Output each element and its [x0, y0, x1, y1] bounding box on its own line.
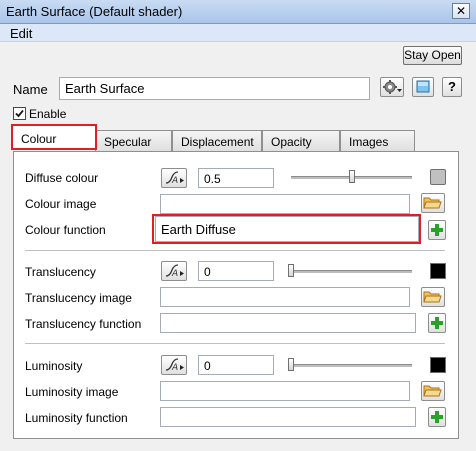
luminosity-image-field[interactable]: [160, 381, 410, 401]
gear-icon: [383, 80, 402, 94]
enable-checkbox[interactable]: [13, 107, 26, 120]
close-icon: ✕: [455, 4, 467, 18]
translucency-swatch[interactable]: [430, 263, 446, 279]
luminosity-curve-button[interactable]: A: [161, 355, 187, 375]
curve-icon: A: [165, 171, 184, 186]
tab-displacement-label: Displacement: [181, 135, 254, 149]
luminosity-label: Luminosity: [25, 359, 83, 373]
curve-icon: A: [165, 358, 184, 373]
diffuse-slider-thumb[interactable]: [349, 170, 355, 183]
tab-colour[interactable]: Colour: [11, 124, 97, 150]
colour-function-highlight: [152, 214, 421, 244]
translucency-image-browse-button[interactable]: [421, 287, 445, 307]
options-button[interactable]: [380, 77, 404, 97]
stay-open-button[interactable]: Stay Open: [403, 46, 462, 65]
translucency-slider-thumb[interactable]: [288, 264, 294, 277]
svg-text:A: A: [171, 363, 178, 373]
folder-icon: [423, 385, 442, 397]
diffuse-colour-swatch[interactable]: [430, 169, 446, 185]
luminosity-slider-thumb[interactable]: [288, 358, 294, 371]
translucency-curve-button[interactable]: A: [161, 261, 187, 281]
luminosity-swatch[interactable]: [430, 357, 446, 373]
diffuse-curve-button[interactable]: A: [161, 168, 187, 188]
add-icon: [431, 411, 443, 423]
diffuse-colour-label: Diffuse colour: [25, 171, 99, 185]
enable-label: Enable: [29, 107, 67, 121]
stay-open-label: Stay Open: [404, 48, 461, 62]
folder-icon: [423, 291, 442, 303]
tab-displacement[interactable]: Displacement: [172, 130, 262, 152]
section-divider-2: [25, 343, 445, 344]
tab-colour-label: Colour: [21, 132, 57, 146]
tab-opacity[interactable]: Opacity: [262, 130, 340, 152]
preview-icon: [416, 80, 430, 93]
luminosity-function-field[interactable]: [160, 407, 416, 427]
luminosity-value[interactable]: 0: [198, 355, 274, 375]
luminosity-function-add-button[interactable]: [428, 407, 446, 427]
tab-opacity-label: Opacity: [271, 135, 312, 149]
menu-edit[interactable]: Edit: [10, 26, 32, 41]
tab-specular[interactable]: Specular: [95, 130, 172, 152]
add-icon: [431, 317, 443, 329]
colour-image-label: Colour image: [25, 197, 97, 211]
window-title: Earth Surface (Default shader): [6, 4, 183, 19]
translucency-function-add-button[interactable]: [428, 313, 446, 333]
translucency-function-field[interactable]: [160, 313, 416, 333]
colour-image-field[interactable]: [160, 194, 410, 214]
translucency-value[interactable]: 0: [198, 261, 274, 281]
name-field[interactable]: Earth Surface: [59, 77, 370, 100]
colour-function-label: Colour function: [25, 223, 106, 237]
svg-text:A: A: [171, 176, 178, 186]
translucency-label: Translucency: [25, 265, 96, 279]
title-bar: Earth Surface (Default shader) ✕: [0, 0, 476, 24]
tab-images[interactable]: Images: [340, 130, 415, 152]
luminosity-function-label: Luminosity function: [25, 411, 128, 425]
section-divider-1: [25, 250, 445, 251]
translucency-slider-track[interactable]: [291, 270, 412, 273]
luminosity-slider-track[interactable]: [291, 364, 412, 367]
menu-bar: Edit: [0, 24, 476, 42]
tab-specular-label: Specular: [104, 135, 152, 149]
add-icon: [431, 224, 443, 236]
translucency-image-field[interactable]: [160, 287, 410, 307]
help-button[interactable]: ?: [442, 77, 462, 97]
preview-button[interactable]: [412, 77, 434, 97]
translucency-image-label: Translucency image: [25, 291, 132, 305]
name-label: Name: [13, 82, 48, 97]
tab-images-label: Images: [349, 135, 389, 149]
folder-icon: [423, 197, 442, 209]
close-button[interactable]: ✕: [452, 3, 470, 19]
colour-function-add-button[interactable]: [428, 220, 446, 240]
luminosity-image-browse-button[interactable]: [421, 381, 445, 401]
diffuse-colour-value[interactable]: 0.5: [198, 168, 274, 188]
svg-text:A: A: [171, 269, 178, 279]
translucency-function-label: Translucency function: [25, 317, 142, 331]
checkmark-icon: [15, 109, 24, 118]
colour-image-browse-button[interactable]: [421, 193, 445, 213]
help-icon: ?: [448, 79, 456, 94]
curve-icon: A: [165, 264, 184, 279]
luminosity-image-label: Luminosity image: [25, 385, 119, 399]
